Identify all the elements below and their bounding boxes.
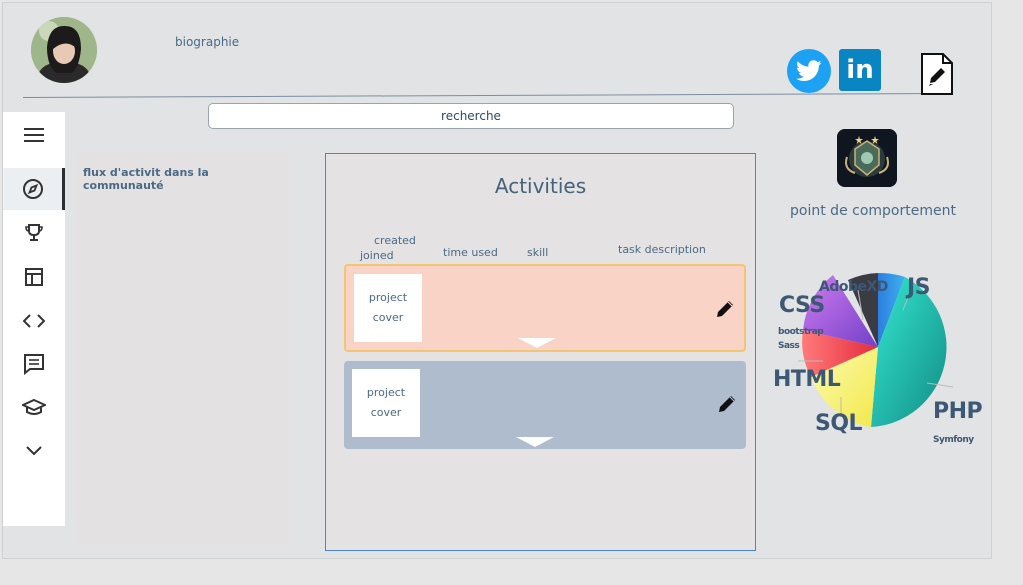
- sidebar-item-explore[interactable]: [3, 168, 65, 210]
- biography-link[interactable]: biographie: [175, 35, 239, 49]
- twitter-button[interactable]: [787, 49, 831, 93]
- sidebar-item-messages[interactable]: [3, 343, 65, 385]
- project-cover: project cover: [352, 369, 420, 437]
- behavior-points-label: point de comportement: [790, 203, 956, 219]
- sidebar-item-code[interactable]: [3, 300, 65, 342]
- edit-document-button[interactable]: [920, 53, 954, 95]
- skill-label-bootstrap: bootstrap: [778, 327, 824, 337]
- skill-label-symfony: Symfony: [933, 435, 974, 445]
- activity-card[interactable]: project cover: [344, 264, 746, 352]
- dashboard-icon: [25, 268, 43, 286]
- pencil-icon[interactable]: [714, 298, 736, 320]
- skill-label-sass: Sass: [778, 341, 800, 351]
- comment-icon: [24, 354, 44, 375]
- activities-title: Activities: [494, 174, 587, 198]
- activity-card[interactable]: project cover: [344, 361, 746, 449]
- skill-label-adobexd: AdobeXD: [819, 279, 888, 295]
- skill-label-php: PHP: [933, 399, 983, 424]
- skill-label-js: JS: [907, 275, 931, 300]
- column-header-time-used: time used: [443, 246, 498, 259]
- sidebar: [3, 112, 65, 526]
- expand-card-chevron[interactable]: [516, 437, 554, 447]
- sidebar-item-education[interactable]: [3, 387, 65, 429]
- skills-pie-chart: CSS AdobeXD JS bootstrap Sass HTML SQL P…: [763, 265, 993, 455]
- twitter-icon: [796, 60, 822, 81]
- sidebar-item-dashboard[interactable]: [3, 256, 65, 298]
- graduation-cap-icon: [22, 398, 46, 415]
- skill-label-html: HTML: [773, 367, 841, 392]
- code-icon: [23, 314, 45, 328]
- column-header-skill: skill: [527, 246, 549, 259]
- linkedin-icon: in: [846, 55, 874, 85]
- sidebar-menu-button[interactable]: [3, 114, 65, 156]
- sidebar-item-achievements[interactable]: [3, 212, 65, 254]
- skill-label-css: CSS: [779, 293, 825, 318]
- column-header-joined: joined: [360, 249, 394, 262]
- feed-title: flux d'activit dans la communauté: [83, 166, 209, 192]
- menu-icon: [24, 128, 44, 142]
- column-header-created: created: [374, 234, 416, 247]
- search-bar[interactable]: recherche: [208, 103, 734, 129]
- page: biographie in recherche flux d'activit d…: [2, 2, 992, 559]
- trophy-icon: [25, 224, 43, 241]
- rank-badge-icon: [837, 129, 897, 187]
- pencil-icon[interactable]: [716, 393, 738, 415]
- chevron-down-icon: [26, 446, 42, 456]
- sidebar-expand-button[interactable]: [3, 430, 65, 472]
- avatar[interactable]: [31, 17, 97, 83]
- activities-panel: Activities created joined time used skil…: [325, 153, 756, 551]
- expand-card-chevron[interactable]: [518, 338, 556, 348]
- project-cover: project cover: [354, 274, 422, 342]
- linkedin-button[interactable]: in: [839, 49, 881, 91]
- compass-icon: [22, 179, 43, 199]
- community-feed: flux d'activit dans la communauté: [75, 153, 289, 545]
- column-header-task-description: task description: [618, 243, 706, 256]
- edit-document-icon: [921, 53, 953, 95]
- header-divider: [22, 92, 943, 98]
- skill-label-sql: SQL: [815, 411, 863, 436]
